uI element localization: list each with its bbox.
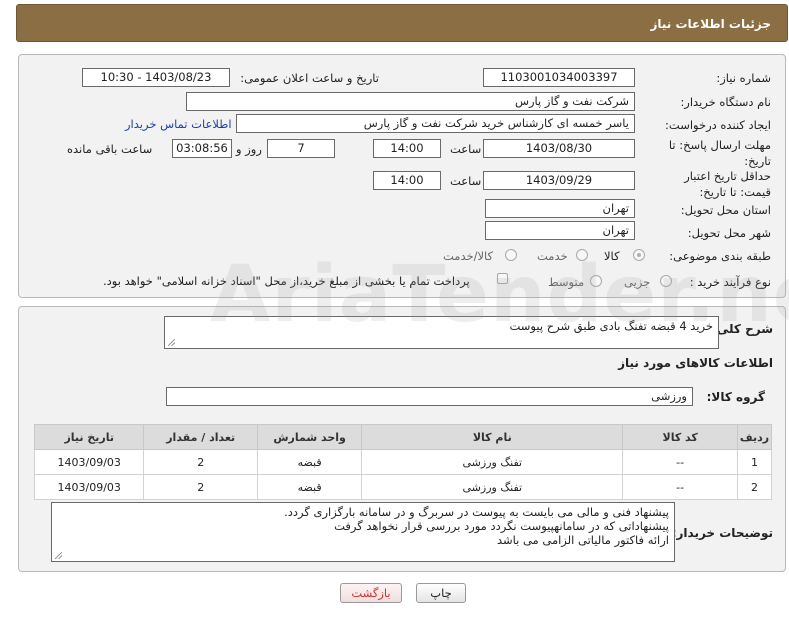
- table-cell: 1403/09/03: [33, 474, 145, 500]
- column-header: نام کالا: [361, 424, 624, 450]
- description-text: خرید 4 قبضه تفنگ بادی طبق شرح پیوست: [509, 319, 714, 333]
- remaining-time-field[interactable]: 03:08:56: [172, 139, 232, 158]
- category-label: طبقه بندی موضوعی:: [669, 249, 771, 263]
- remaining-time-label: ساعت باقی مانده: [67, 142, 153, 156]
- table-cell: --: [622, 474, 738, 500]
- back-button[interactable]: بازگشت: [340, 583, 402, 603]
- table-cell: قبضه: [256, 449, 363, 475]
- buyer-note-line: پیشنهاد فنی و مالی می بایست به پیوست در …: [284, 505, 669, 519]
- city-field[interactable]: تهران: [485, 221, 635, 240]
- reply-deadline-time-label: ساعت: [450, 142, 482, 156]
- need-number-label: شماره نیاز:: [716, 71, 771, 85]
- table-cell: قبضه: [256, 474, 363, 500]
- description-field[interactable]: خرید 4 قبضه تفنگ بادی طبق شرح پیوست: [164, 316, 719, 349]
- announce-datetime-field[interactable]: 1403/08/23 - 10:30: [82, 68, 230, 87]
- table-row: 2 -- تفنگ ورزشی قبضه 2 1403/09/03: [33, 474, 773, 500]
- table-cell: 2: [143, 449, 258, 475]
- days-label: روز و: [236, 142, 262, 156]
- purchase-type-label: نوع فرآیند خرید :: [689, 275, 771, 289]
- buyer-org-label: نام دستگاه خریدار:: [680, 95, 771, 109]
- province-field[interactable]: تهران: [485, 199, 635, 218]
- category-goods-service-text: کالا/خدمت: [443, 249, 494, 263]
- buyer-notes-field[interactable]: پیشنهاد فنی و مالی می بایست به پیوست در …: [51, 502, 675, 562]
- goods-group-label: گروه کالا:: [706, 390, 765, 404]
- page-header: جزئیات اطلاعات نیاز: [16, 4, 788, 42]
- category-goods-text: کالا: [604, 249, 620, 263]
- buyer-org-field[interactable]: شرکت نفت و گاز پارس: [186, 92, 635, 111]
- table-cell: 1403/09/03: [33, 449, 145, 475]
- reply-deadline-date-field[interactable]: 1403/08/30: [483, 139, 635, 158]
- category-goods-radio[interactable]: [633, 249, 645, 261]
- goods-info-title: اطلاعات کالاهای مورد نیاز: [618, 356, 773, 370]
- buyer-notes-label: توضیحات خریدار:: [671, 526, 773, 540]
- price-validity-label: حداقل تاریخ اعتبار قیمت: تا تاریخ:: [684, 169, 771, 199]
- category-service-text: خدمت: [537, 249, 568, 263]
- purchase-medium-text: متوسط: [548, 275, 585, 289]
- buyer-note-line: پیشنهاداتی که در سامانهپیوست نگردد مورد …: [334, 519, 669, 533]
- resize-handle[interactable]: [55, 552, 62, 559]
- print-button[interactable]: چاپ: [416, 583, 466, 603]
- table-cell: 1: [736, 449, 773, 475]
- goods-group-field[interactable]: ورزشی: [166, 387, 693, 406]
- need-number-field[interactable]: 1103001034003397: [483, 68, 635, 87]
- table-cell: 2: [736, 474, 773, 500]
- price-validity-time-label: ساعت: [450, 174, 482, 188]
- price-validity-time-field[interactable]: 14:00: [373, 171, 441, 190]
- buyer-contact-link[interactable]: اطلاعات تماس خریدار: [125, 117, 232, 131]
- announce-datetime-label: تاریخ و ساعت اعلان عمومی:: [240, 71, 379, 85]
- column-header: واحد شمارش: [256, 424, 363, 450]
- buyer-note-line: ارائه فاکتور مالیاتی الزامی می باشد: [496, 533, 669, 547]
- items-table: ردیف کد کالا نام کالا واحد شمارش تعداد /…: [33, 424, 773, 500]
- purchase-small-radio[interactable]: [660, 275, 672, 287]
- purchase-small-text: جزیی: [624, 275, 651, 289]
- column-header: تعداد / مقدار: [143, 424, 258, 450]
- column-header: کد کالا: [622, 424, 738, 450]
- resize-handle[interactable]: [168, 339, 175, 346]
- table-cell: تفنگ ورزشی: [361, 449, 624, 475]
- treasury-payment-text: پرداخت تمام یا بخشی از مبلغ خرید،از محل …: [103, 274, 470, 288]
- remaining-days-field[interactable]: 7: [267, 139, 335, 158]
- table-cell: تفنگ ورزشی: [361, 474, 624, 500]
- table-cell: 2: [143, 474, 258, 500]
- city-label: شهر محل تحویل:: [687, 226, 771, 240]
- requester-field[interactable]: یاسر خمسه ای کارشناس خرید شرکت نفت و گاز…: [236, 114, 635, 133]
- column-header: ردیف: [736, 424, 773, 450]
- category-service-radio[interactable]: [576, 249, 588, 261]
- price-validity-date-field[interactable]: 1403/09/29: [483, 171, 635, 190]
- table-header-row: ردیف کد کالا نام کالا واحد شمارش تعداد /…: [33, 424, 773, 450]
- province-label: استان محل تحویل:: [680, 203, 771, 217]
- treasury-payment-checkbox[interactable]: [497, 273, 508, 284]
- table-row: 1 -- تفنگ ورزشی قبضه 2 1403/09/03: [33, 449, 773, 475]
- column-header: تاریخ نیاز: [33, 424, 145, 450]
- table-cell: --: [622, 449, 738, 475]
- purchase-medium-radio[interactable]: [590, 275, 602, 287]
- reply-deadline-label: مهلت ارسال پاسخ: تا تاریخ:: [668, 138, 771, 168]
- page-title: جزئیات اطلاعات نیاز: [650, 17, 771, 31]
- requester-label: ایجاد کننده درخواست:: [665, 118, 771, 132]
- category-goods-service-radio[interactable]: [505, 249, 517, 261]
- reply-deadline-time-field[interactable]: 14:00: [373, 139, 441, 158]
